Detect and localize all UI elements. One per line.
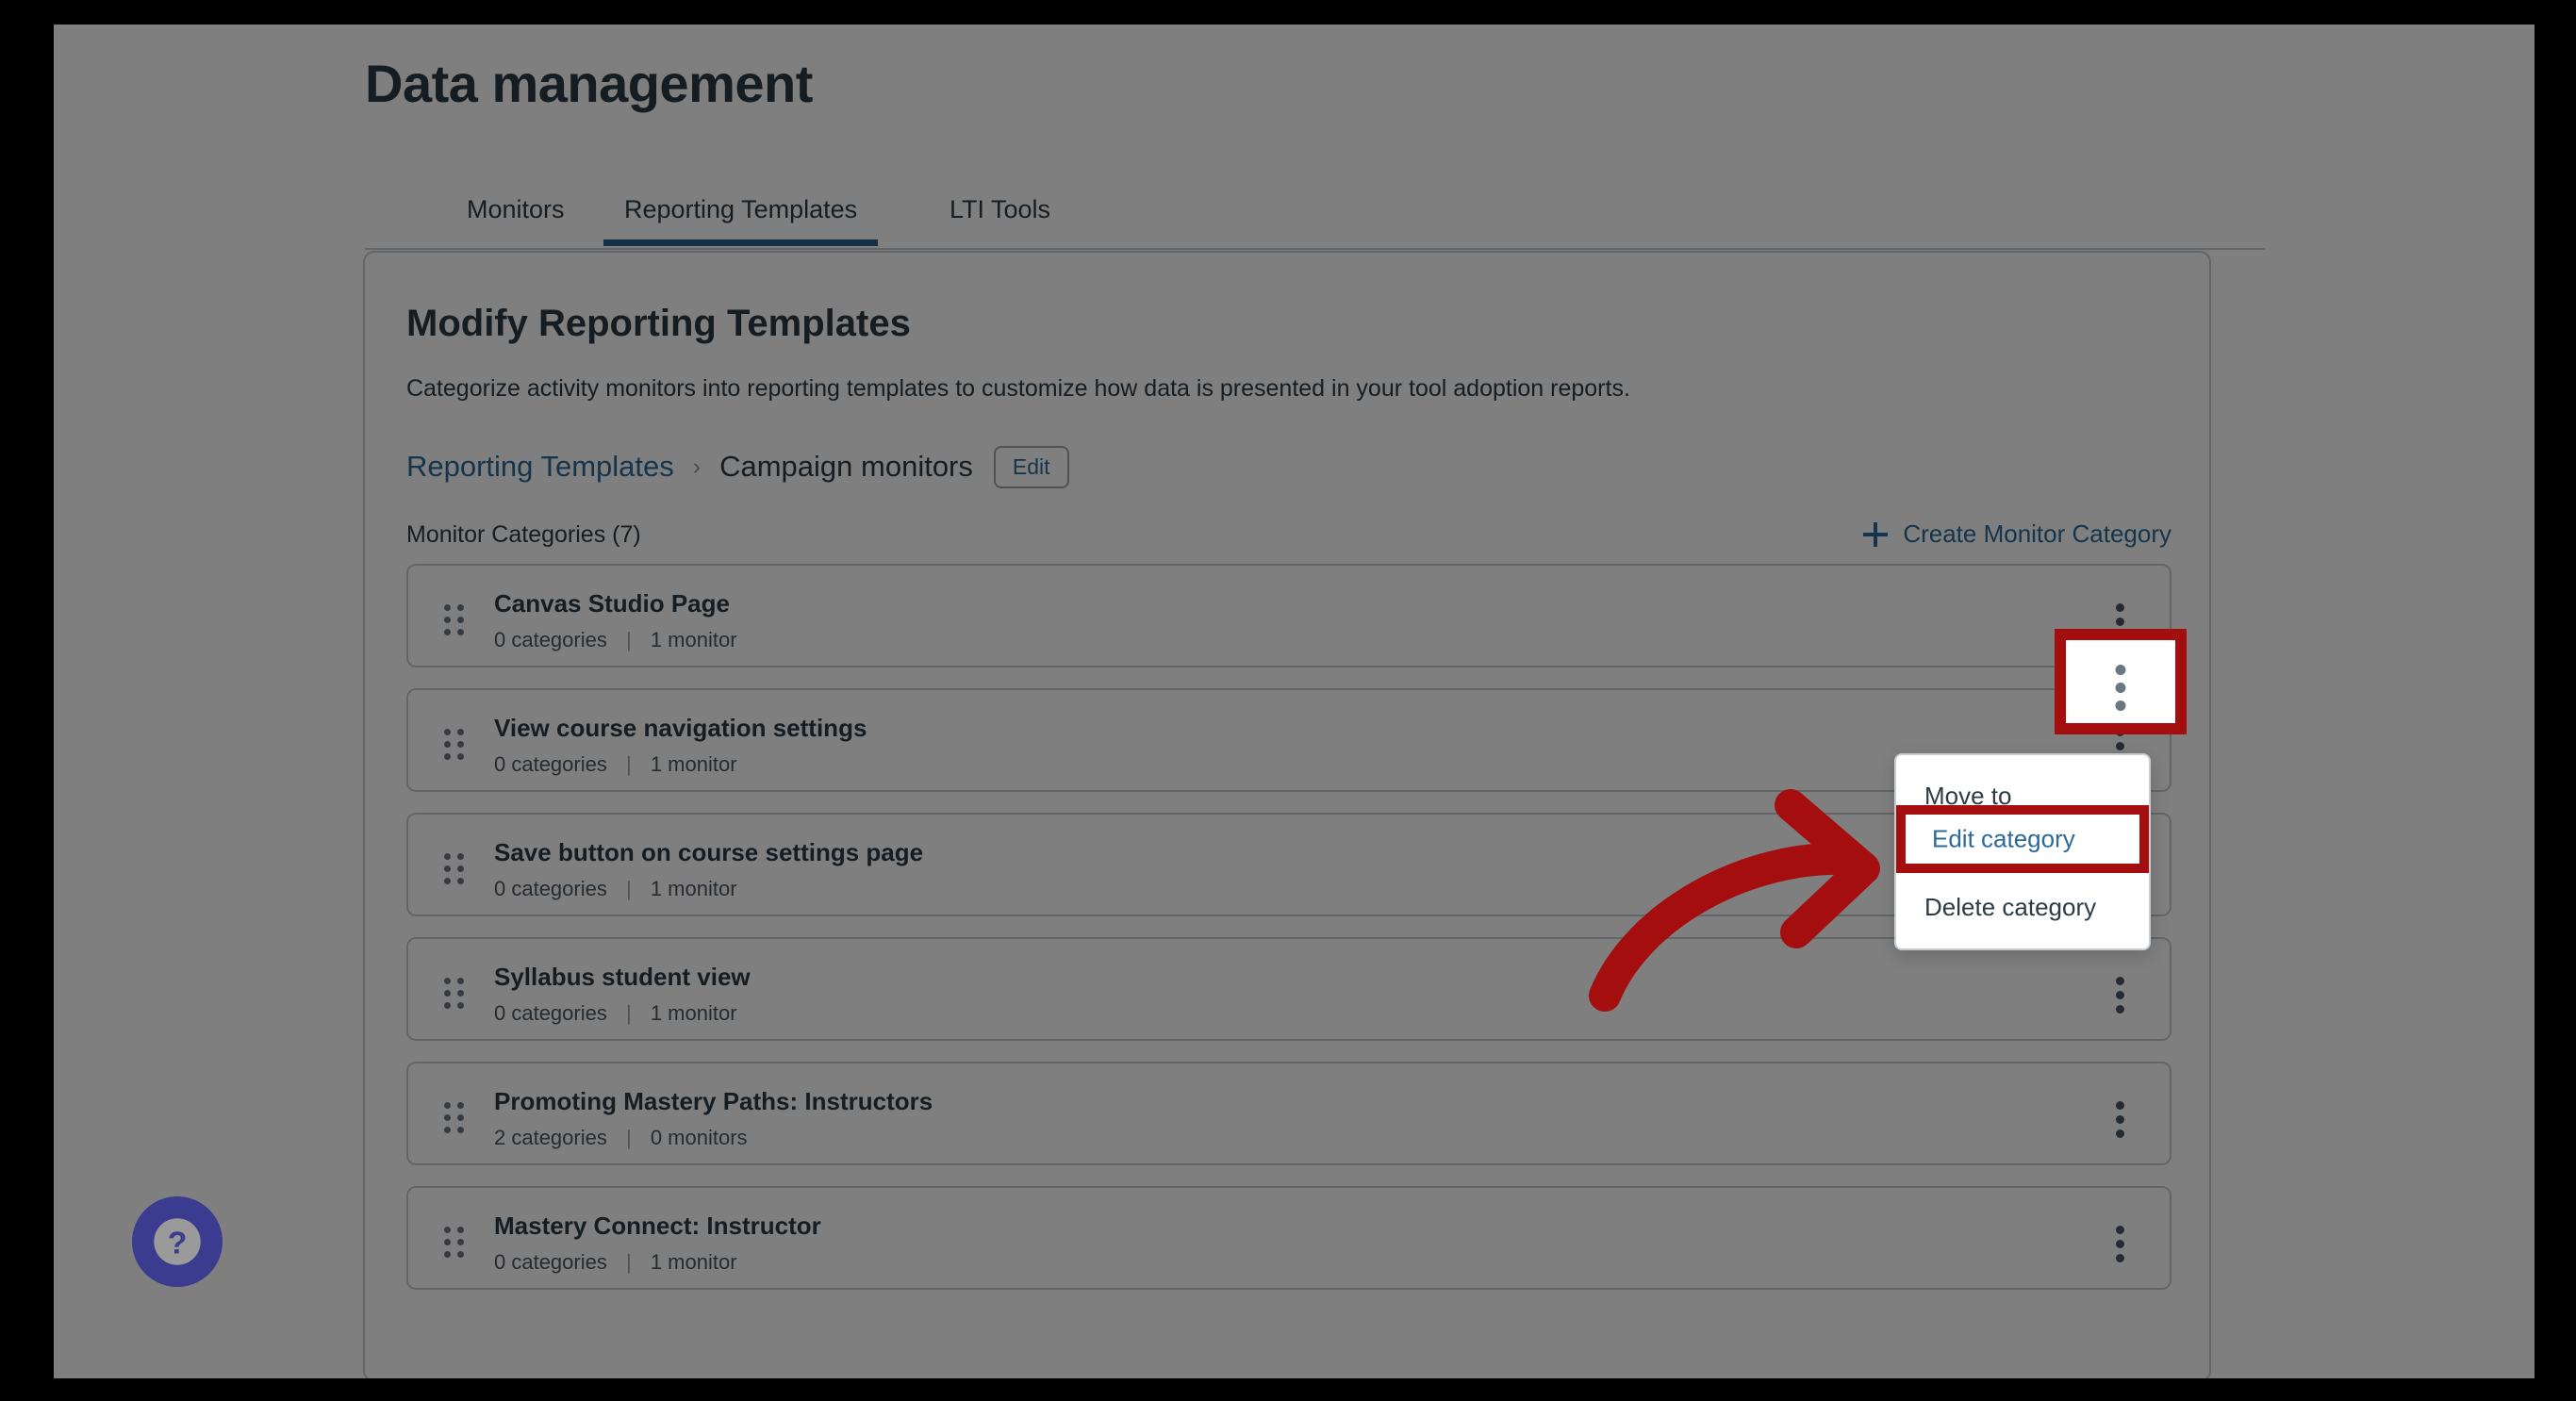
category-name: View course navigation settings bbox=[494, 714, 867, 742]
drag-handle-icon[interactable] bbox=[444, 1102, 465, 1133]
meta-separator: | bbox=[625, 752, 632, 776]
annotation-edit-category-label: Edit category bbox=[1932, 824, 2075, 853]
category-meta: 2 categories | 0 monitors bbox=[494, 1126, 748, 1150]
category-count: 0 categories bbox=[494, 1250, 607, 1274]
monitor-count: 1 monitor bbox=[650, 1250, 737, 1274]
table-row[interactable]: Canvas Studio Page 0 categories | 1 moni… bbox=[406, 564, 2171, 668]
category-count: 0 categories bbox=[494, 628, 607, 651]
category-count: 2 categories bbox=[494, 1126, 607, 1149]
drag-handle-icon[interactable] bbox=[444, 729, 465, 760]
annotation-kebab-highlight bbox=[2055, 629, 2187, 734]
meta-separator: | bbox=[625, 1250, 632, 1274]
category-meta: 0 categories | 1 monitor bbox=[494, 1001, 737, 1026]
help-button[interactable]: ? bbox=[132, 1196, 223, 1287]
category-name: Save button on course settings page bbox=[494, 838, 924, 866]
breadcrumb: Reporting Templates › Campaign monitors … bbox=[406, 441, 1069, 492]
plus-icon bbox=[1863, 521, 1889, 547]
category-count: 0 categories bbox=[494, 1001, 607, 1025]
category-meta: 0 categories | 1 monitor bbox=[494, 877, 737, 901]
drag-handle-icon[interactable] bbox=[444, 853, 465, 884]
edit-template-button[interactable]: Edit bbox=[993, 445, 1069, 488]
card-title: Modify Reporting Templates bbox=[406, 303, 911, 344]
table-row[interactable]: Promoting Mastery Paths: Instructors 2 c… bbox=[406, 1062, 2171, 1165]
category-meta: 0 categories | 1 monitor bbox=[494, 628, 737, 652]
monitor-count: 1 monitor bbox=[650, 628, 737, 651]
category-meta: 0 categories | 1 monitor bbox=[494, 752, 737, 777]
monitor-count: 0 monitors bbox=[650, 1126, 748, 1149]
category-name: Syllabus student view bbox=[494, 963, 751, 991]
breadcrumb-separator-icon: › bbox=[692, 453, 702, 480]
annotation-arrow-icon bbox=[1589, 789, 1880, 1012]
breadcrumb-parent-link[interactable]: Reporting Templates bbox=[406, 450, 674, 484]
meta-separator: | bbox=[625, 1001, 632, 1025]
tab-bar: Monitors Reporting Templates LTI Tools bbox=[365, 187, 2265, 250]
tab-monitors[interactable]: Monitors bbox=[446, 187, 586, 246]
row-kebab-menu-icon[interactable] bbox=[2094, 965, 2145, 1016]
category-name: Promoting Mastery Paths: Instructors bbox=[494, 1087, 933, 1115]
tab-lti-tools[interactable]: LTI Tools bbox=[929, 187, 1071, 246]
drag-handle-icon[interactable] bbox=[444, 978, 465, 1009]
drag-handle-icon[interactable] bbox=[444, 604, 465, 635]
breadcrumb-current: Campaign monitors bbox=[719, 450, 973, 483]
meta-separator: | bbox=[625, 628, 632, 651]
table-row[interactable]: Mastery Connect: Instructor 0 categories… bbox=[406, 1186, 2171, 1290]
question-mark-icon: ? bbox=[154, 1218, 201, 1265]
meta-separator: | bbox=[625, 877, 632, 900]
annotation-edit-category-highlight: Edit category bbox=[1896, 805, 2149, 873]
card-description: Categorize activity monitors into report… bbox=[406, 375, 1630, 402]
category-count: 0 categories bbox=[494, 877, 607, 900]
create-monitor-category-button[interactable]: Create Monitor Category bbox=[1863, 519, 2171, 549]
page-title: Data management bbox=[365, 54, 813, 113]
meta-separator: | bbox=[625, 1126, 632, 1149]
monitor-count: 1 monitor bbox=[650, 1001, 737, 1025]
row-kebab-menu-icon[interactable] bbox=[2094, 1090, 2145, 1141]
row-kebab-menu-icon[interactable] bbox=[2094, 1214, 2145, 1265]
category-name: Mastery Connect: Instructor bbox=[494, 1211, 821, 1240]
browser-viewport: Data management Monitors Reporting Templ… bbox=[54, 25, 2535, 1378]
category-count: 0 categories bbox=[494, 752, 607, 776]
monitor-categories-count: Monitor Categories (7) bbox=[406, 521, 641, 548]
monitor-count: 1 monitor bbox=[650, 752, 737, 776]
kebab-menu-icon bbox=[2115, 665, 2126, 718]
category-meta: 0 categories | 1 monitor bbox=[494, 1250, 737, 1275]
category-name: Canvas Studio Page bbox=[494, 589, 730, 618]
tab-reporting-templates[interactable]: Reporting Templates bbox=[603, 187, 879, 246]
svg-text:?: ? bbox=[168, 1225, 188, 1261]
drag-handle-icon[interactable] bbox=[444, 1227, 465, 1258]
create-monitor-category-label: Create Monitor Category bbox=[1903, 519, 2171, 548]
menu-item-delete-category[interactable]: Delete category bbox=[1896, 880, 2149, 935]
monitor-count: 1 monitor bbox=[650, 877, 737, 900]
